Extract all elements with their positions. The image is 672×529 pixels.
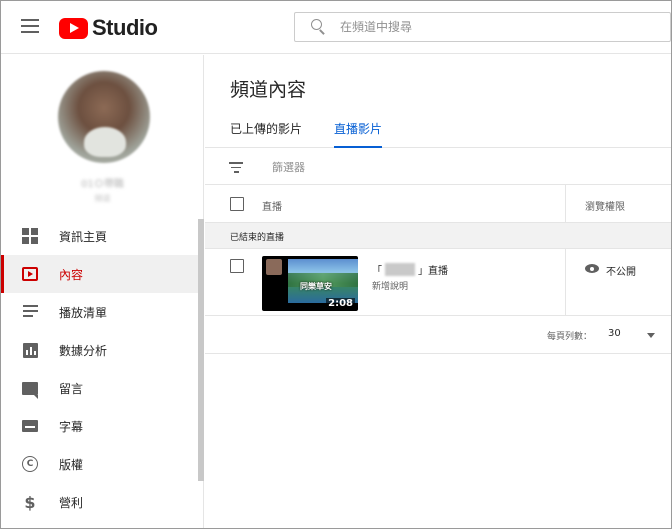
channel-avatar[interactable] [58, 71, 150, 163]
column-divider [565, 185, 566, 223]
table-header: 直播 瀏覽權限 [205, 185, 671, 223]
filter-icon[interactable] [229, 162, 243, 176]
sidebar: 01Ｏ帶職 頻道 資訊主頁 內容 播放清單 數據分析 留言 字幕 C 版權 $ … [1, 55, 204, 528]
top-header: Studio [1, 1, 671, 54]
search-input[interactable] [340, 20, 640, 34]
comment-icon [22, 380, 38, 399]
channel-name[interactable]: 01Ｏ帶職 [1, 175, 204, 190]
sidebar-scrollbar[interactable] [198, 219, 204, 481]
redacted-name [385, 263, 415, 276]
table-row[interactable]: 同樂草安 2:08 「 」直播 新增說明 不公開 [205, 249, 671, 316]
sidebar-item-label: 版權 [59, 457, 84, 472]
sidebar-item-monetization[interactable]: $ 營利 [1, 483, 198, 521]
rows-per-page-label: 每頁列數： [547, 332, 593, 342]
pagination-bar: 每頁列數： 30 [205, 316, 671, 354]
group-label: 已結束的直播 [230, 233, 285, 243]
video-thumbnail[interactable]: 同樂草安 2:08 [262, 256, 358, 311]
add-description-link[interactable]: 新增說明 [372, 279, 408, 292]
sidebar-item-copyright[interactable]: C 版權 [1, 445, 198, 483]
logo-text: Studio [92, 15, 158, 40]
channel-subtitle: 頻道 [94, 194, 111, 203]
sidebar-nav: 資訊主頁 內容 播放清單 數據分析 留言 字幕 C 版權 $ 營利 [1, 217, 198, 521]
content-icon [22, 266, 38, 282]
hamburger-menu-icon[interactable] [21, 19, 39, 33]
thumbnail-text: 同樂草安 [300, 282, 332, 291]
thumbnail-face-image [266, 259, 282, 275]
dashboard-icon [22, 228, 38, 244]
tab-uploads[interactable]: 已上傳的影片 [230, 120, 302, 148]
filter-input[interactable]: 篩選器 [272, 159, 305, 175]
search-icon[interactable] [311, 19, 327, 35]
video-title-suffix: 」直播 [418, 266, 448, 277]
monetization-icon: $ [24, 492, 36, 512]
sidebar-item-label: 內容 [59, 267, 84, 282]
video-duration: 2:08 [326, 298, 355, 309]
sidebar-item-label: 字幕 [59, 419, 84, 434]
youtube-play-icon [59, 17, 88, 39]
studio-window: Studio 01Ｏ帶職 頻道 資訊主頁 內容 播放清單 [0, 0, 672, 529]
copyright-icon: C [22, 456, 38, 472]
column-divider [565, 249, 566, 316]
select-all-checkbox[interactable] [230, 197, 244, 211]
sidebar-item-label: 留言 [59, 381, 84, 396]
playlist-icon [22, 304, 38, 320]
eye-icon [585, 264, 599, 273]
video-title-prefix: 「 [372, 266, 382, 277]
sidebar-item-label: 營利 [59, 495, 84, 510]
sidebar-item-comments[interactable]: 留言 [1, 369, 198, 407]
column-header-live[interactable]: 直播 [262, 198, 282, 213]
tab-live[interactable]: 直播影片 [334, 120, 383, 148]
sidebar-item-content[interactable]: 內容 [1, 255, 198, 293]
analytics-icon [22, 342, 38, 358]
sidebar-item-label: 數據分析 [59, 343, 108, 358]
video-title[interactable]: 「 」直播 [372, 262, 448, 277]
sidebar-item-subtitles[interactable]: 字幕 [1, 407, 198, 445]
column-header-visibility[interactable]: 瀏覽權限 [585, 198, 625, 213]
main-content: 頻道內容 已上傳的影片 直播影片 篩選器 直播 瀏覽權限 已結束的直播 同樂草安… [205, 55, 671, 528]
filter-bar: 篩選器 [205, 148, 671, 185]
row-checkbox[interactable] [230, 259, 244, 273]
sidebar-item-analytics[interactable]: 數據分析 [1, 331, 198, 369]
sidebar-item-label: 播放清單 [59, 305, 108, 320]
group-header: 已結束的直播 [205, 223, 671, 249]
youtube-studio-logo[interactable]: Studio [59, 15, 158, 41]
visibility-status[interactable]: 不公開 [606, 263, 636, 278]
sidebar-item-label: 資訊主頁 [59, 229, 108, 244]
rows-per-page-select[interactable]: 30 [608, 328, 621, 339]
content-tabs: 已上傳的影片 直播影片 [205, 110, 671, 148]
subtitles-icon [22, 418, 38, 434]
sidebar-item-playlists[interactable]: 播放清單 [1, 293, 198, 331]
page-title: 頻道內容 [230, 79, 307, 101]
search-box[interactable] [294, 12, 671, 42]
chevron-down-icon[interactable] [647, 333, 655, 338]
sidebar-item-dashboard[interactable]: 資訊主頁 [1, 217, 198, 255]
